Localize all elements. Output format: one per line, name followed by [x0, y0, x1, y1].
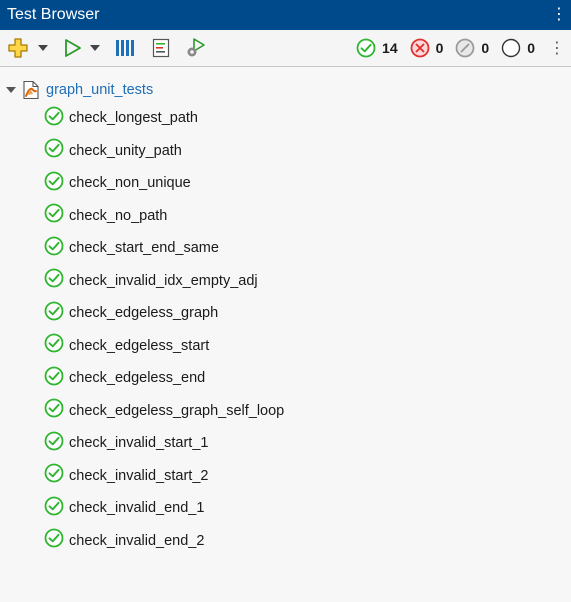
test-name[interactable]: check_invalid_start_2	[69, 468, 208, 484]
test-tree: graph_unit_tests check_longest_path check…	[0, 67, 571, 557]
passed-icon	[44, 236, 64, 256]
more-options-icon[interactable]: ⋮	[551, 7, 567, 23]
passed-icon	[44, 106, 64, 126]
test-name[interactable]: check_unity_path	[69, 143, 182, 159]
run-settings-icon	[187, 38, 205, 57]
run-icon	[65, 39, 81, 57]
test-row[interactable]: check_edgeless_graph	[0, 297, 571, 330]
test-row[interactable]: check_longest_path	[0, 102, 571, 135]
passed-icon	[44, 528, 64, 548]
test-list: check_longest_path check_unity_path check_…	[0, 102, 571, 557]
parallel-icon	[116, 40, 134, 56]
incomplete-icon	[456, 38, 475, 58]
test-row[interactable]: check_no_path	[0, 200, 571, 233]
passed-icon	[44, 496, 64, 516]
incomplete-filter[interactable]: 0	[455, 38, 489, 58]
test-name[interactable]: check_start_end_same	[69, 240, 219, 256]
run-tests-dropdown[interactable]	[88, 34, 102, 62]
test-row[interactable]: check_invalid_start_2	[0, 460, 571, 493]
plus-icon	[8, 38, 28, 58]
passed-icon	[44, 268, 64, 288]
test-name[interactable]: check_invalid_end_2	[69, 533, 204, 549]
test-name[interactable]: check_edgeless_graph	[69, 305, 218, 321]
passed-filter[interactable]: 14	[356, 38, 398, 58]
add-tests-dropdown[interactable]	[36, 34, 50, 62]
failed-count: 0	[435, 40, 444, 56]
passed-icon	[44, 138, 64, 158]
toolbar-more-icon[interactable]: ⋮	[549, 38, 565, 58]
chevron-down-icon	[90, 45, 100, 51]
passed-icon	[44, 398, 64, 418]
run-tests-button[interactable]	[62, 34, 84, 62]
test-row[interactable]: check_invalid_idx_empty_adj	[0, 265, 571, 298]
toolbar: 14 0 0 0 ⋮	[0, 30, 571, 67]
passed-icon	[44, 366, 64, 386]
incomplete-count: 0	[481, 40, 490, 56]
not-run-icon	[502, 38, 521, 58]
test-row[interactable]: check_start_end_same	[0, 232, 571, 265]
run-in-parallel-button[interactable]	[114, 34, 136, 62]
test-row[interactable]: check_non_unique	[0, 167, 571, 200]
test-name[interactable]: check_no_path	[69, 208, 167, 224]
passed-icon	[44, 463, 64, 483]
test-name[interactable]: check_invalid_end_1	[69, 500, 204, 516]
collapse-icon[interactable]	[6, 86, 16, 93]
test-row[interactable]: check_unity_path	[0, 135, 571, 168]
test-report-button[interactable]	[150, 34, 172, 62]
add-tests-button[interactable]	[6, 34, 30, 62]
test-settings-button[interactable]	[184, 34, 208, 62]
test-name[interactable]: check_invalid_start_1	[69, 435, 208, 451]
test-row[interactable]: check_invalid_end_2	[0, 525, 571, 558]
title-bar: Test Browser ⋮	[0, 0, 571, 30]
passed-icon	[44, 431, 64, 451]
test-row[interactable]: check_edgeless_start	[0, 330, 571, 363]
failed-icon	[410, 38, 430, 58]
failed-filter[interactable]: 0	[410, 38, 444, 58]
test-name[interactable]: check_invalid_idx_empty_adj	[69, 273, 258, 289]
suite-row[interactable]: graph_unit_tests	[0, 77, 571, 102]
passed-icon	[44, 171, 64, 191]
test-name[interactable]: check_edgeless_graph_self_loop	[69, 403, 284, 419]
passed-icon	[356, 38, 376, 58]
not-run-filter[interactable]: 0	[501, 38, 535, 58]
test-name[interactable]: check_non_unique	[69, 175, 191, 191]
test-name[interactable]: check_edgeless_end	[69, 370, 205, 386]
test-row[interactable]: check_edgeless_end	[0, 362, 571, 395]
test-name[interactable]: check_longest_path	[69, 110, 198, 126]
passed-icon	[44, 203, 64, 223]
test-row[interactable]: check_invalid_start_1	[0, 427, 571, 460]
passed-count: 14	[382, 40, 398, 56]
test-row[interactable]: check_edgeless_graph_self_loop	[0, 395, 571, 428]
test-name[interactable]: check_edgeless_start	[69, 338, 209, 354]
passed-icon	[44, 301, 64, 321]
suite-name[interactable]: graph_unit_tests	[46, 82, 153, 98]
window-title: Test Browser	[7, 6, 100, 23]
chevron-down-icon	[38, 45, 48, 51]
test-row[interactable]: check_invalid_end_1	[0, 492, 571, 525]
not-run-count: 0	[527, 40, 535, 56]
passed-icon	[44, 333, 64, 353]
report-icon	[152, 38, 170, 58]
test-file-icon	[22, 80, 40, 100]
